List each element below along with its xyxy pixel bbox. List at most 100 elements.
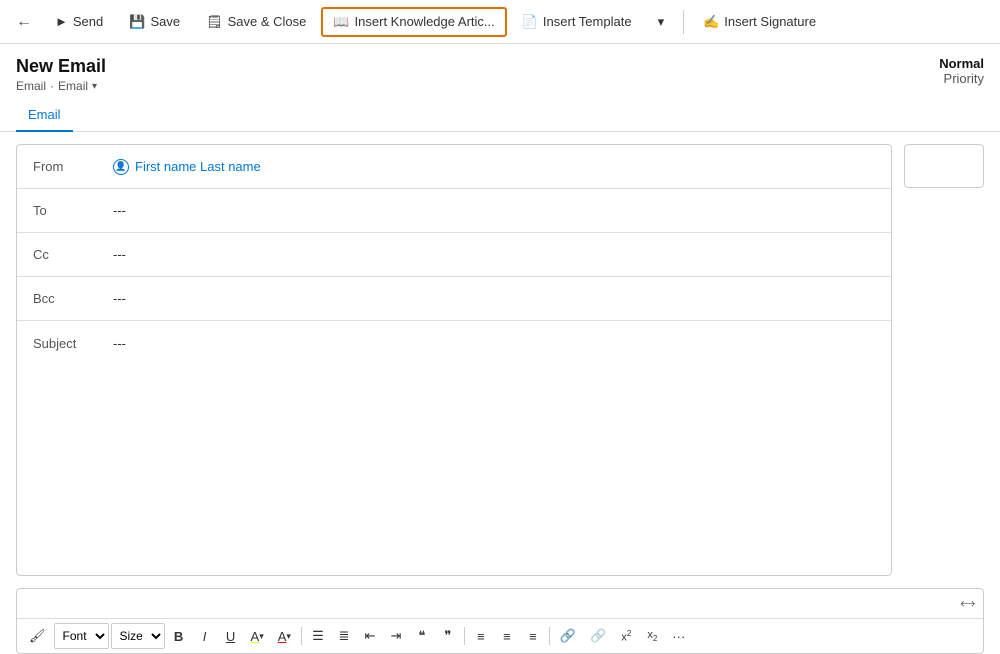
save-close-label: Save & Close <box>228 14 307 29</box>
insert-signature-label: Insert Signature <box>724 14 816 29</box>
indent-icon: ⇥ <box>390 628 401 644</box>
insert-link-button[interactable]: 🔗 <box>554 623 582 649</box>
align-left-icon: ☰ <box>312 628 324 644</box>
font-color-button[interactable]: A ▾ <box>272 623 297 649</box>
priority-area: Normal Priority <box>939 56 984 86</box>
blockquote-icon: ❝ <box>418 628 425 644</box>
priority-value: Normal <box>939 56 984 71</box>
italic-button[interactable]: I <box>193 623 217 649</box>
from-label: From <box>33 159 113 174</box>
save-icon: 💾 <box>129 14 145 30</box>
more-options-button[interactable]: ··· <box>666 623 691 649</box>
email-form: From 👤 First name Last name To --- Cc --… <box>16 144 892 576</box>
subject-label: Subject <box>33 336 113 351</box>
align-center-icon: ≡ <box>477 629 485 644</box>
cc-value: --- <box>113 247 126 262</box>
insert-signature-icon: ✍ <box>703 14 719 30</box>
to-field[interactable]: To --- <box>17 189 891 233</box>
bold-label: B <box>174 629 183 644</box>
toolbar-divider <box>683 10 684 34</box>
send-icon: ► <box>55 14 68 29</box>
underline-label: U <box>226 629 235 644</box>
page-title: New Email <box>16 56 106 77</box>
subtitle-dropdown-icon[interactable]: ▾ <box>92 81 97 92</box>
align-center-button[interactable]: ≡ <box>469 623 493 649</box>
font-color-dropdown: ▾ <box>286 631 291 642</box>
superscript-button[interactable]: x2 <box>614 623 638 649</box>
subscript-button[interactable]: x2 <box>640 623 664 649</box>
clear-format-icon: 🖌 <box>29 628 46 644</box>
clear-format-button[interactable]: 🖌 <box>23 623 52 649</box>
unquote-button[interactable]: ❞ <box>436 623 460 649</box>
blockquote-button[interactable]: ❝ <box>410 623 434 649</box>
save-close-icon: 🗒 <box>206 14 223 30</box>
to-label: To <box>33 203 113 218</box>
bcc-value: --- <box>113 291 126 306</box>
insert-template-button[interactable]: 📄 Insert Template <box>511 8 643 36</box>
save-close-button[interactable]: 🗒 Save & Close <box>195 8 317 36</box>
rte-divider-1 <box>301 627 302 645</box>
remove-link-button[interactable]: 🔗 <box>584 623 612 649</box>
cc-label: Cc <box>33 247 113 262</box>
align-justify-icon: ≡ <box>529 629 537 644</box>
dropdown-button[interactable]: ▾ <box>647 8 676 36</box>
page-title-area: New Email Email · Email ▾ <box>16 56 106 93</box>
tab-bar: Email <box>0 99 1000 132</box>
subtitle-dot: · <box>50 79 54 93</box>
insert-knowledge-icon: 📖 <box>333 14 349 30</box>
font-select[interactable]: Font <box>54 623 109 649</box>
subtitle-right[interactable]: Email <box>58 79 88 93</box>
insert-signature-button[interactable]: ✍ Insert Signature <box>692 8 827 36</box>
page-subtitle: Email · Email ▾ <box>16 79 106 93</box>
cc-field[interactable]: Cc --- <box>17 233 891 277</box>
subtitle-left: Email <box>16 79 46 93</box>
unquote-icon: ❞ <box>444 628 451 644</box>
editor-section: ⤢ 🖌 Font Size B I U A ▾ A ▾ <box>16 588 984 654</box>
back-button[interactable]: ← <box>8 6 40 38</box>
insert-knowledge-label: Insert Knowledge Artic... <box>355 14 495 29</box>
align-justify-button[interactable]: ≡ <box>521 623 545 649</box>
subject-field[interactable]: Subject --- <box>17 321 891 365</box>
italic-label: I <box>203 629 207 644</box>
subscript-icon: x2 <box>647 629 657 643</box>
tab-email-label: Email <box>28 107 61 122</box>
font-color-icon: A <box>278 629 287 644</box>
align-left-button[interactable]: ☰ <box>306 623 330 649</box>
send-button[interactable]: ► Send <box>44 8 114 35</box>
page-header: New Email Email · Email ▾ Normal Priorit… <box>0 44 1000 99</box>
insert-knowledge-button[interactable]: 📖 Insert Knowledge Artic... <box>321 7 506 37</box>
align-right-button[interactable]: ≡ <box>495 623 519 649</box>
indent-button[interactable]: ⇥ <box>384 623 408 649</box>
insert-template-icon: 📄 <box>522 14 538 30</box>
highlight-dropdown: ▾ <box>259 631 264 642</box>
numbered-list-icon: ≣ <box>338 628 349 644</box>
rte-divider-3 <box>549 627 550 645</box>
side-panel <box>904 144 984 188</box>
bcc-field[interactable]: Bcc --- <box>17 277 891 321</box>
underline-button[interactable]: U <box>219 623 243 649</box>
back-icon: ← <box>16 13 32 31</box>
save-label: Save <box>150 14 180 29</box>
size-select[interactable]: Size <box>111 623 165 649</box>
save-button[interactable]: 💾 Save <box>118 8 191 36</box>
priority-sublabel: Priority <box>939 71 984 86</box>
dropdown-icon: ▾ <box>658 14 665 30</box>
subject-value: --- <box>113 336 126 351</box>
numbered-list-button[interactable]: ≣ <box>332 623 356 649</box>
main-content: From 👤 First name Last name To --- Cc --… <box>0 132 1000 588</box>
rte-divider-2 <box>464 627 465 645</box>
tab-email[interactable]: Email <box>16 99 73 132</box>
main-toolbar: ← ► Send 💾 Save 🗒 Save & Close 📖 Insert … <box>0 0 1000 44</box>
from-field: From 👤 First name Last name <box>17 145 891 189</box>
insert-template-label: Insert Template <box>543 14 632 29</box>
rte-toolbar: 🖌 Font Size B I U A ▾ A ▾ ☰ ≣ <box>17 618 983 653</box>
from-name: First name Last name <box>135 159 261 174</box>
superscript-icon: x2 <box>621 629 631 644</box>
outdent-button[interactable]: ⇤ <box>358 623 382 649</box>
from-value[interactable]: 👤 First name Last name <box>113 159 261 175</box>
link-icon: 🔗 <box>560 628 576 644</box>
highlight-button[interactable]: A ▾ <box>245 623 270 649</box>
person-icon: 👤 <box>113 159 129 175</box>
bold-button[interactable]: B <box>167 623 191 649</box>
more-options-icon: ··· <box>672 629 685 644</box>
